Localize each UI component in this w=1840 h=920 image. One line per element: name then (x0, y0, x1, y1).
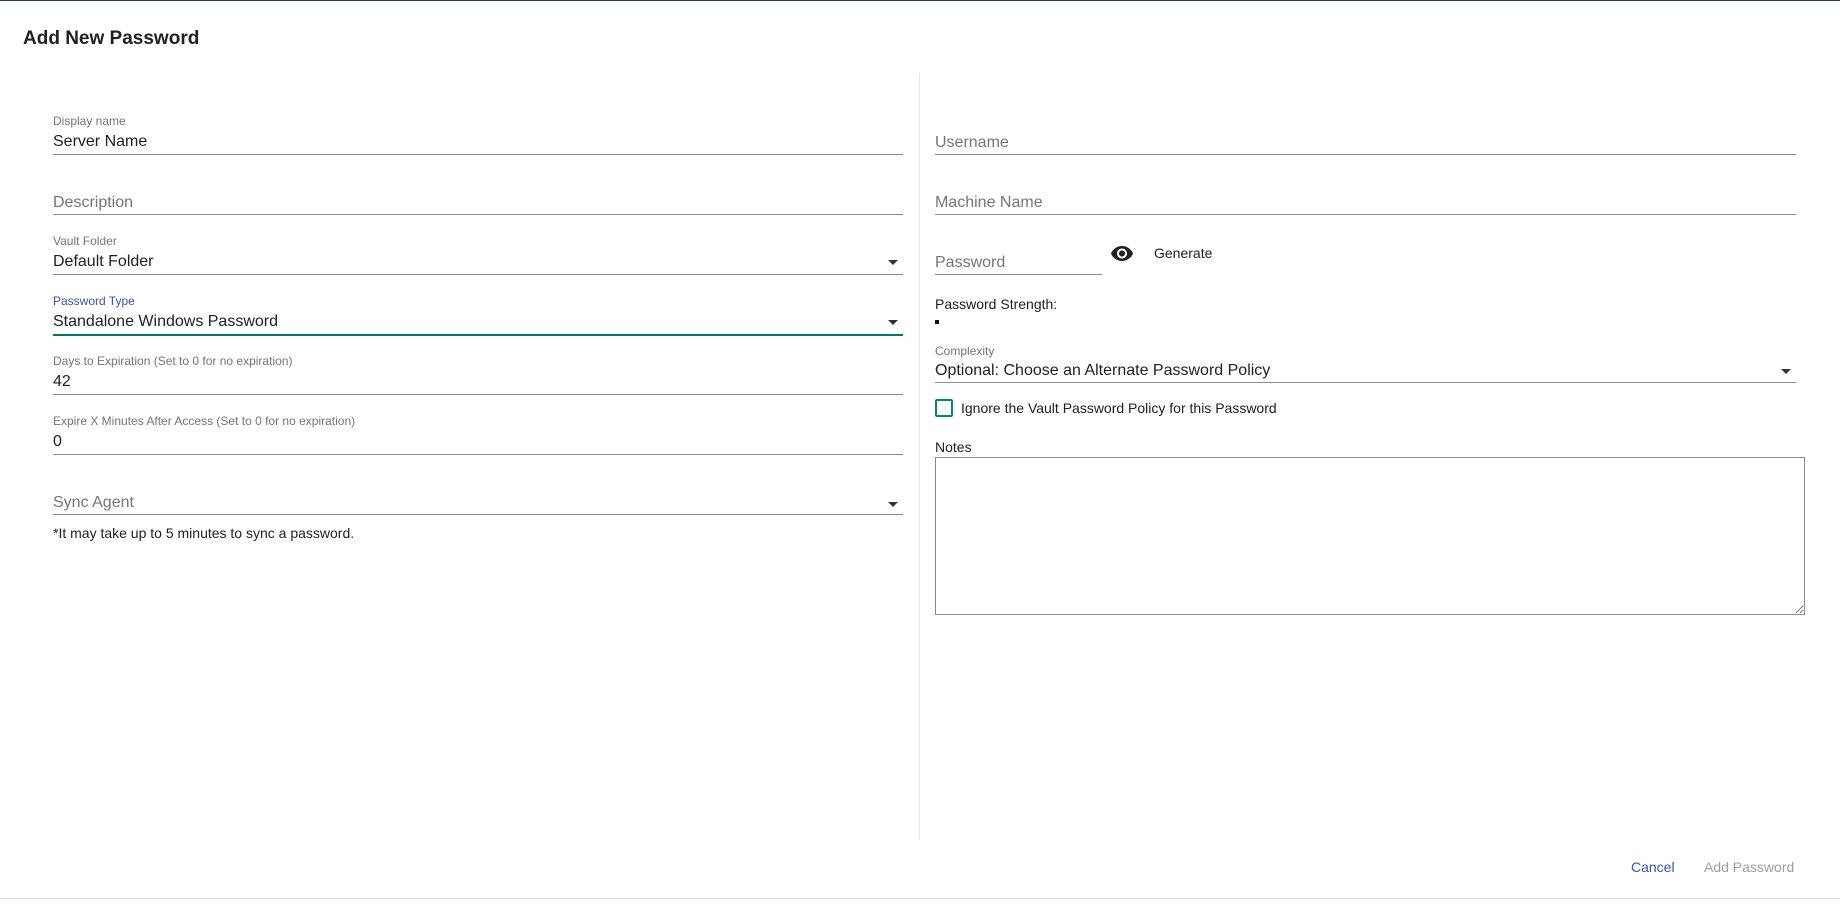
complexity-select[interactable]: Complexity Optional: Choose an Alternate… (935, 344, 1796, 386)
password-type-select[interactable]: Password Type Standalone Windows Passwor… (53, 294, 903, 336)
complexity-value: Optional: Choose an Alternate Password P… (935, 362, 1271, 379)
password-placeholder: Password (935, 254, 1006, 271)
password-type-underline (53, 334, 903, 336)
description-underline (53, 214, 903, 215)
display-name-label: Display name (53, 114, 126, 128)
days-expiration-underline (53, 394, 903, 395)
cancel-button[interactable]: Cancel (1631, 859, 1675, 875)
description-placeholder: Description (53, 194, 134, 211)
expire-minutes-label: Expire X Minutes After Access (Set to 0 … (53, 414, 356, 428)
password-strength-bar (935, 320, 939, 324)
sync-agent-underline (53, 514, 903, 515)
complexity-underline (935, 382, 1796, 383)
dialog-title: Add New Password (23, 28, 200, 49)
expire-minutes-underline (53, 454, 903, 455)
password-strength-label: Password Strength: (935, 296, 1058, 312)
password-field[interactable]: Password (935, 252, 1102, 276)
eye-icon[interactable] (1110, 243, 1134, 263)
notes-label: Notes (935, 439, 972, 455)
password-type-label: Password Type (53, 294, 135, 308)
vault-folder-label: Vault Folder (53, 234, 117, 248)
top-border (0, 0, 1840, 1)
expire-minutes-value: 0 (53, 433, 62, 450)
complexity-label: Complexity (935, 344, 995, 358)
dropdown-arrow-icon (888, 502, 898, 507)
days-expiration-field[interactable]: Days to Expiration (Set to 0 for no expi… (53, 354, 903, 396)
display-name-value: Server Name (53, 133, 148, 150)
username-underline (935, 154, 1796, 155)
sync-agent-select[interactable]: Sync Agent (53, 493, 903, 517)
password-underline (935, 274, 1102, 275)
ignore-policy-label[interactable]: Ignore the Vault Password Policy for thi… (961, 400, 1277, 416)
description-field[interactable]: Description (53, 192, 903, 216)
column-divider (919, 73, 920, 840)
generate-button[interactable]: Generate (1154, 245, 1212, 261)
dropdown-arrow-icon (888, 260, 898, 265)
display-name-field[interactable]: Display name Server Name (53, 114, 903, 156)
display-name-underline (53, 154, 903, 155)
sync-agent-placeholder: Sync Agent (53, 494, 134, 511)
dropdown-arrow-icon (888, 320, 898, 325)
username-placeholder: Username (935, 134, 1009, 151)
sync-note: *It may take up to 5 minutes to sync a p… (53, 525, 355, 541)
machine-name-placeholder: Machine Name (935, 194, 1043, 211)
vault-folder-select[interactable]: Vault Folder Default Folder (53, 234, 903, 276)
machine-name-underline (935, 214, 1796, 215)
days-expiration-label: Days to Expiration (Set to 0 for no expi… (53, 354, 293, 368)
vault-folder-value: Default Folder (53, 253, 154, 270)
ignore-policy-checkbox[interactable] (935, 399, 953, 417)
notes-textarea[interactable] (935, 457, 1805, 615)
password-type-value: Standalone Windows Password (53, 313, 279, 330)
days-expiration-value: 42 (53, 373, 71, 390)
dropdown-arrow-icon (1781, 369, 1791, 374)
username-field[interactable]: Username (935, 132, 1796, 156)
expire-minutes-field[interactable]: Expire X Minutes After Access (Set to 0 … (53, 414, 903, 456)
add-password-button[interactable]: Add Password (1704, 859, 1794, 875)
bottom-border (0, 898, 1840, 899)
machine-name-field[interactable]: Machine Name (935, 192, 1796, 216)
vault-folder-underline (53, 274, 903, 275)
